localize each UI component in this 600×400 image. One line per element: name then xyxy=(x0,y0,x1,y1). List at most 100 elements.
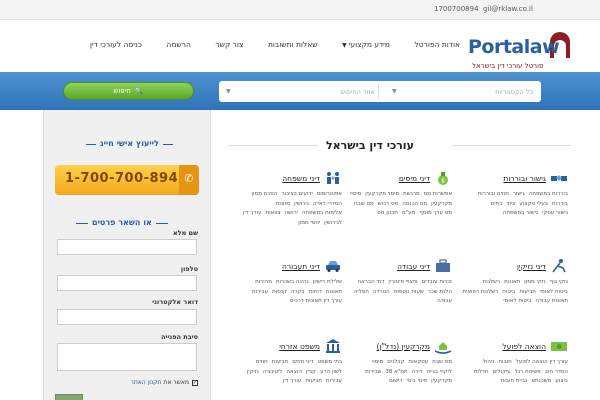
nav-item-qa[interactable]: שאלות ותשובות xyxy=(268,40,318,54)
category-link[interactable]: משכנתא xyxy=(531,377,551,387)
category-link[interactable]: הטרדה xyxy=(373,288,390,298)
category-link[interactable]: מהירות xyxy=(255,278,272,288)
category-link[interactable]: אלימות במשפחה xyxy=(302,209,342,219)
reason-field[interactable] xyxy=(57,343,197,371)
category-link[interactable]: שלילת רישיון xyxy=(313,278,342,288)
category-link[interactable]: הפליה xyxy=(354,288,369,298)
nav-item-professional-info[interactable]: מידע מקצועי▼ xyxy=(342,40,390,54)
category-link[interactable]: תמ"א 38 xyxy=(385,368,407,378)
nav-item-about[interactable]: אודות הפורטל xyxy=(415,40,461,54)
category-link[interactable]: מס שבח xyxy=(354,200,374,210)
category-link[interactable]: הסכם ממון xyxy=(252,190,278,200)
category-link[interactable]: נזקי ממון xyxy=(524,278,545,288)
category-link[interactable]: הסדרי ראייה xyxy=(313,200,342,210)
category-link[interactable]: תביעות xyxy=(272,358,289,368)
category-link[interactable]: תאונות xyxy=(326,288,342,298)
category-title-link[interactable]: מקרקעין (נדל"ן) xyxy=(377,342,430,351)
category-link[interactable]: חובות xyxy=(498,358,511,368)
category-link[interactable]: ביטוח לאומי xyxy=(503,297,531,307)
category-link[interactable]: מקרקעין xyxy=(431,200,452,210)
category-link[interactable]: נזקי גוף xyxy=(550,278,568,288)
category-link[interactable]: עבירות xyxy=(252,288,268,298)
category-link[interactable]: לגירושין xyxy=(324,219,342,229)
nav-item-register[interactable]: הרשמה xyxy=(166,40,190,54)
category-link[interactable]: פשיטת רגל xyxy=(515,368,541,378)
category-link[interactable]: גירושין xyxy=(294,200,309,210)
category-link[interactable]: בתי משפט xyxy=(318,358,342,368)
category-link[interactable]: ביטוח xyxy=(502,288,515,298)
category-link[interactable]: תכנון מס xyxy=(377,209,398,219)
category-link[interactable]: אפוטרופוס xyxy=(317,190,342,200)
category-link[interactable]: שכירות xyxy=(365,368,381,378)
category-link[interactable]: ירושה xyxy=(285,209,298,219)
category-link[interactable]: מיסוי xyxy=(350,190,361,200)
category-link[interactable]: דמי הבראה xyxy=(358,278,385,288)
category-link[interactable]: גביית חובות xyxy=(501,377,528,387)
category-link[interactable]: לשון הרע xyxy=(320,368,342,378)
category-link[interactable]: דוחות xyxy=(309,288,322,298)
category-link[interactable]: נהיגה בשכרות xyxy=(276,278,309,288)
category-link[interactable]: עיקולים xyxy=(493,368,511,378)
name-field[interactable] xyxy=(57,239,197,255)
category-link[interactable]: מס ערך מוסף xyxy=(419,209,452,219)
category-link[interactable]: עורך דין הוצאה לפועל xyxy=(516,358,568,368)
category-link[interactable]: עורך דין תאונות דרכים xyxy=(290,297,342,307)
category-link[interactable]: מס שבח xyxy=(432,358,452,368)
category-link[interactable]: בתים xyxy=(491,200,503,210)
area-select[interactable]: אזור החיפוש xyxy=(235,81,375,102)
terms-link[interactable]: תקנון האתר xyxy=(130,379,161,386)
search-button[interactable]: 🔍חיפוש xyxy=(63,82,194,100)
category-link[interactable]: תאונות עבודה xyxy=(535,297,568,307)
category-link[interactable]: רשלנות רפואית xyxy=(462,288,498,298)
category-title-link[interactable]: הוצאה לפועל xyxy=(502,342,546,351)
category-link[interactable]: גישור במשפחה xyxy=(503,209,538,219)
consent-checkbox[interactable]: ✓ xyxy=(192,380,198,386)
category-link[interactable]: ביצוע xyxy=(555,377,568,387)
category-link[interactable]: קניין xyxy=(306,368,316,378)
category-link[interactable]: ליקויי בנייה xyxy=(427,368,452,378)
category-link[interactable]: גישור עסקי xyxy=(542,209,568,219)
category-link[interactable]: רשלנות xyxy=(483,278,500,288)
site-logo[interactable]: Portalaw פורטל עורכי דין בישראל xyxy=(468,32,572,74)
category-link[interactable]: חוזים ובוררות xyxy=(478,190,509,200)
nav-item-lawyer-login[interactable]: כניסה לעורכי דין xyxy=(90,40,142,54)
category-link[interactable]: עורך דין xyxy=(243,209,261,219)
nav-item-contact[interactable]: צור קשר xyxy=(215,40,243,54)
category-link[interactable]: מרגשת xyxy=(403,190,420,200)
category-link[interactable]: ניהול xyxy=(483,358,495,368)
category-title-link[interactable]: משפט אזרחי xyxy=(279,342,320,351)
category-link[interactable]: רישום xyxy=(389,377,402,387)
category-link[interactable]: ציוד xyxy=(506,200,515,210)
category-link[interactable]: פינוי בינוי xyxy=(406,377,427,387)
category-link[interactable]: עורך דין xyxy=(283,377,301,387)
category-link[interactable]: יחסי ממון xyxy=(298,219,320,229)
email-field[interactable] xyxy=(57,309,197,325)
category-link[interactable]: בוררות במשפחה xyxy=(529,190,568,200)
category-link[interactable]: הסדר חוב xyxy=(545,368,568,378)
category-link[interactable]: זכויות עובדים xyxy=(422,278,452,288)
category-link[interactable]: דירה xyxy=(412,368,423,378)
category-title-link[interactable]: דיני מיסים xyxy=(399,174,430,183)
category-link[interactable]: הלנת שכר xyxy=(428,288,452,298)
category-title-link[interactable]: גישור ובוררות xyxy=(503,174,546,183)
contact-email[interactable]: gil@rklaw.co.il xyxy=(483,5,533,13)
category-link[interactable]: תביעות xyxy=(305,377,322,387)
category-link[interactable]: קבלנים xyxy=(387,358,404,368)
phone-badge[interactable]: 1-700-700-894 ✆ xyxy=(55,165,199,195)
submit-button[interactable] xyxy=(55,394,83,400)
category-link[interactable]: מיסוי מקרקעין xyxy=(365,190,399,200)
category-link[interactable]: שעות נוספות xyxy=(394,288,424,298)
category-link[interactable]: דיני חוזים xyxy=(292,358,313,368)
category-select[interactable]: כל הקטגוריות xyxy=(385,81,533,102)
category-link[interactable]: מקרקעין xyxy=(431,377,452,387)
category-link[interactable]: מזונות xyxy=(276,200,290,210)
category-title-link[interactable]: דיני משפחה xyxy=(282,174,320,183)
category-link[interactable]: מס רכוש xyxy=(378,200,398,210)
category-link[interactable]: קנסות xyxy=(272,288,287,298)
category-link[interactable]: חוזים xyxy=(256,358,268,368)
category-link[interactable]: בוררות xyxy=(552,200,568,210)
category-link[interactable]: תביעות xyxy=(519,288,536,298)
category-link[interactable]: ליטיגציה xyxy=(263,368,283,378)
category-link[interactable]: מס הכנסה xyxy=(402,200,427,210)
category-link[interactable]: עבירות xyxy=(326,377,342,387)
